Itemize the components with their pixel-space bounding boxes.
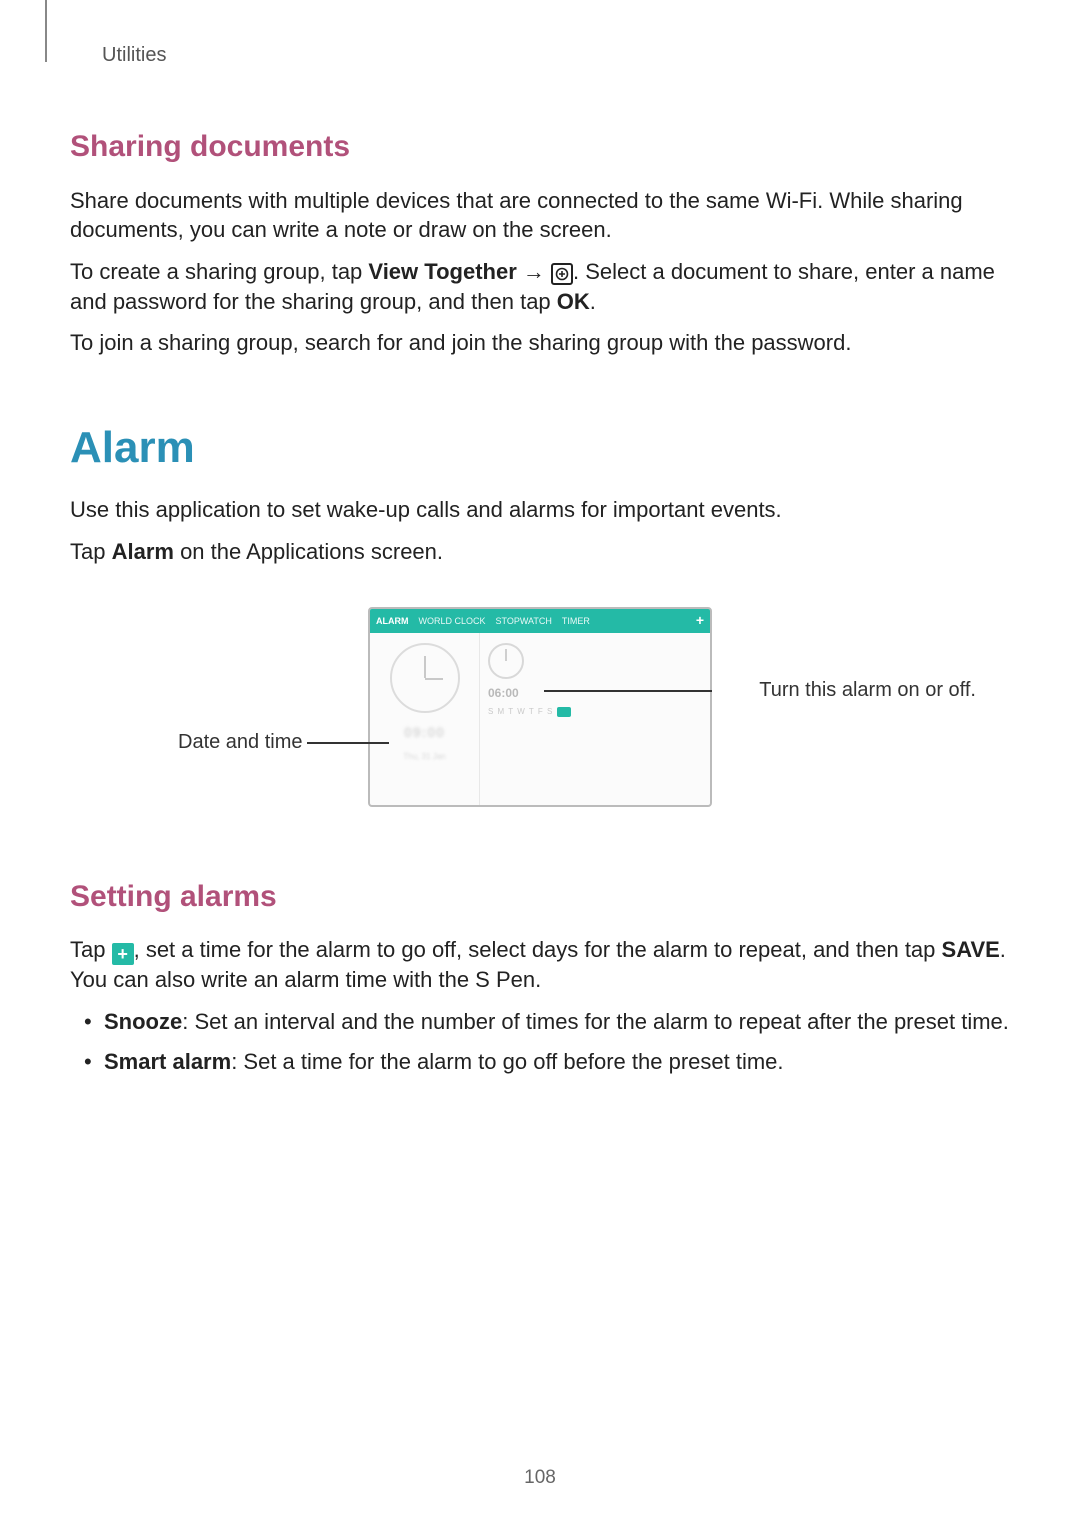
alarm-figure: Date and time Turn this alarm on or off.… bbox=[70, 597, 1010, 817]
detail-alarm-days: S M T W T F S bbox=[488, 707, 702, 718]
add-alarm-icon: + bbox=[696, 611, 704, 630]
page-number: 108 bbox=[0, 1465, 1080, 1491]
text: : Set a time for the alarm to go off bef… bbox=[231, 1049, 783, 1074]
alarm-list-time: 09:00 bbox=[404, 723, 445, 742]
snooze-label: Snooze bbox=[104, 1009, 182, 1034]
device-tabbar: ALARM WORLD CLOCK STOPWATCH TIMER + bbox=[370, 609, 710, 633]
plus-icon: + bbox=[112, 943, 134, 965]
text: To create a sharing group, tap bbox=[70, 259, 368, 284]
ok-label: OK bbox=[557, 289, 590, 314]
list-item: Smart alarm: Set a time for the alarm to… bbox=[104, 1047, 1010, 1077]
alarm-heading: Alarm bbox=[70, 418, 1010, 477]
tab-world-clock: WORLD CLOCK bbox=[419, 615, 486, 627]
analog-clock-icon bbox=[390, 643, 460, 713]
smart-alarm-label: Smart alarm bbox=[104, 1049, 231, 1074]
sharing-p3: To join a sharing group, search for and … bbox=[70, 328, 1010, 358]
setting-p1: Tap +, set a time for the alarm to go of… bbox=[70, 935, 1010, 995]
share-group-icon bbox=[551, 263, 573, 285]
list-item: Snooze: Set an interval and the number o… bbox=[104, 1007, 1010, 1037]
callout-line-left bbox=[307, 742, 389, 744]
device-left-panel: 09:00 Thu, 31 Jan bbox=[370, 633, 480, 805]
callout-date-time: Date and time bbox=[178, 729, 303, 756]
device-screenshot: ALARM WORLD CLOCK STOPWATCH TIMER + 09:0… bbox=[368, 607, 712, 807]
text: → bbox=[517, 259, 551, 284]
callout-line-right bbox=[544, 690, 712, 692]
callout-toggle: Turn this alarm on or off. bbox=[759, 677, 976, 704]
text: Tap bbox=[70, 937, 112, 962]
alarm-p1: Use this application to set wake-up call… bbox=[70, 495, 1010, 525]
sharing-documents-heading: Sharing documents bbox=[70, 127, 1010, 168]
sharing-p1: Share documents with multiple devices th… bbox=[70, 186, 1010, 245]
alarm-toggle-icon bbox=[557, 707, 571, 717]
text: . bbox=[590, 289, 596, 314]
header-section-name: Utilities bbox=[102, 42, 1010, 69]
small-clock-icon bbox=[488, 643, 524, 679]
detail-alarm-time: 06:00 bbox=[488, 685, 702, 701]
alarm-list-sub: Thu, 31 Jan bbox=[403, 752, 445, 763]
tab-timer: TIMER bbox=[562, 615, 590, 627]
setting-alarms-heading: Setting alarms bbox=[70, 877, 1010, 918]
text: Tap bbox=[70, 539, 112, 564]
save-label: SAVE bbox=[942, 937, 1000, 962]
text: on the Applications screen. bbox=[174, 539, 443, 564]
alarm-app-label: Alarm bbox=[112, 539, 174, 564]
days-text: S M T W T F S bbox=[488, 707, 553, 718]
tab-stopwatch: STOPWATCH bbox=[496, 615, 552, 627]
setting-bullets: Snooze: Set an interval and the number o… bbox=[70, 1007, 1010, 1076]
alarm-p2: Tap Alarm on the Applications screen. bbox=[70, 537, 1010, 567]
view-together-label: View Together bbox=[368, 259, 516, 284]
device-right-panel: 06:00 S M T W T F S bbox=[480, 633, 710, 805]
header-divider bbox=[45, 0, 47, 62]
tab-alarm: ALARM bbox=[376, 615, 409, 627]
text: , set a time for the alarm to go off, se… bbox=[134, 937, 942, 962]
text: : Set an interval and the number of time… bbox=[182, 1009, 1009, 1034]
sharing-p2: To create a sharing group, tap View Toge… bbox=[70, 257, 1010, 316]
